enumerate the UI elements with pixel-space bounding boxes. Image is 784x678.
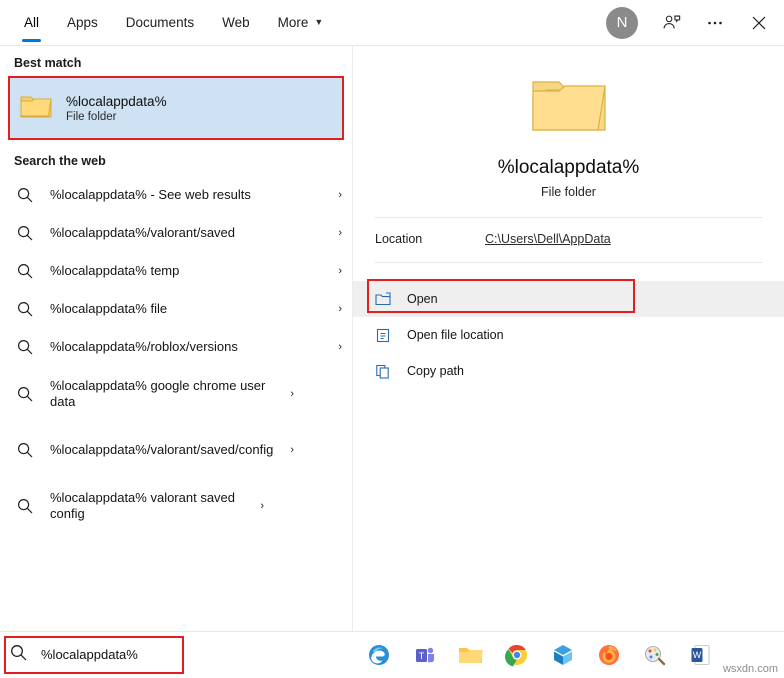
tab-all-label: All [24, 15, 39, 30]
list-item[interactable]: %localappdata%/valorant/saved/config › [0, 422, 352, 478]
copy-path-button[interactable]: Copy path [353, 353, 784, 389]
search-tab-bar: All Apps Documents Web More ▼ N [0, 0, 784, 46]
chrome-icon[interactable] [504, 642, 530, 668]
tab-more[interactable]: More ▼ [264, 0, 338, 46]
watermark: wsxdn.com [723, 663, 778, 675]
search-icon [14, 263, 36, 279]
list-item[interactable]: %localappdata% - See web results › [0, 176, 352, 214]
search-icon [14, 187, 36, 203]
preview-actions: Open Open file location [353, 281, 784, 389]
list-item[interactable]: %localappdata% file › [0, 290, 352, 328]
preview-title: %localappdata% [498, 157, 640, 179]
search-web-heading: Search the web [0, 140, 352, 174]
tab-apps-label: Apps [67, 15, 98, 30]
firefox-icon[interactable] [596, 642, 622, 668]
chevron-right-icon: › [328, 265, 342, 277]
open-folder-icon [375, 292, 399, 306]
topbar-right-controls: N [606, 1, 784, 45]
copy-path-label: Copy path [407, 364, 464, 378]
list-item[interactable]: %localappdata% temp › [0, 252, 352, 290]
best-match-heading: Best match [0, 46, 352, 76]
copy-path-icon [375, 364, 399, 379]
tab-apps[interactable]: Apps [53, 0, 112, 46]
search-icon [14, 498, 36, 514]
feedback-person-icon[interactable] [650, 1, 692, 45]
tab-all[interactable]: All [10, 0, 53, 46]
list-item-label: %localappdata% temp [50, 263, 328, 279]
best-match-texts: %localappdata% File folder [66, 94, 167, 123]
preview-header: %localappdata% File folder [353, 46, 784, 199]
chevron-right-icon: › [328, 189, 342, 201]
store-icon[interactable] [550, 642, 576, 668]
taskbar-tray: T [352, 642, 784, 668]
open-button[interactable]: Open [353, 281, 784, 317]
best-match-subtitle: File folder [66, 111, 167, 123]
list-item-label: %localappdata% - See web results [50, 187, 328, 203]
open-file-location-label: Open file location [407, 328, 504, 342]
paint-3d-icon[interactable] [642, 642, 668, 668]
tab-web-label: Web [222, 15, 250, 30]
avatar-initial: N [617, 14, 628, 31]
file-location-icon [375, 328, 399, 343]
preview-divider-2 [375, 262, 762, 263]
chevron-right-icon: › [328, 227, 342, 239]
svg-text:T: T [419, 651, 425, 661]
search-icon [14, 386, 36, 402]
tab-documents-label: Documents [126, 15, 194, 30]
chevron-right-icon: › [280, 388, 294, 400]
web-results-list: %localappdata% - See web results › %loca… [0, 176, 352, 534]
taskbar: T [0, 631, 784, 677]
search-body: Best match %localappdata% [0, 46, 784, 631]
ellipsis-icon[interactable] [694, 1, 736, 45]
tab-documents[interactable]: Documents [112, 0, 208, 46]
location-value-link[interactable]: C:\Users\Dell\AppData [485, 232, 611, 246]
taskbar-search-box[interactable] [0, 632, 352, 678]
open-action-container: Open [353, 281, 784, 317]
search-icon [10, 644, 27, 666]
chevron-right-icon: › [250, 500, 264, 512]
chevron-right-icon: › [280, 444, 294, 456]
word-icon[interactable]: W [688, 642, 714, 668]
list-item-label: %localappdata% file [50, 301, 328, 317]
list-item-label: %localappdata%/roblox/versions [50, 339, 328, 355]
folder-icon-large [530, 72, 608, 143]
svg-text:W: W [693, 650, 702, 660]
preview-subtitle: File folder [541, 185, 596, 199]
chevron-right-icon: › [328, 341, 342, 353]
list-item-label: %localappdata% valorant saved config [50, 490, 250, 523]
search-icon [14, 225, 36, 241]
chevron-down-icon: ▼ [314, 18, 323, 27]
list-item-label: %localappdata%/valorant/saved/config [50, 442, 280, 458]
chevron-right-icon: › [328, 303, 342, 315]
location-row: Location C:\Users\Dell\AppData [353, 218, 784, 246]
search-input[interactable] [39, 646, 289, 663]
tab-more-label: More [278, 15, 309, 30]
folder-icon [20, 92, 52, 125]
list-item-label: %localappdata%/valorant/saved [50, 225, 328, 241]
open-button-label: Open [407, 292, 438, 306]
search-icon [14, 442, 36, 458]
best-match-result[interactable]: %localappdata% File folder [8, 76, 344, 140]
search-input-wrap [10, 644, 352, 666]
preview-pane: %localappdata% File folder Location C:\U… [352, 46, 784, 631]
best-match-title: %localappdata% [66, 94, 167, 109]
close-icon[interactable] [738, 1, 780, 45]
search-icon [14, 301, 36, 317]
location-label: Location [375, 232, 485, 246]
list-item[interactable]: %localappdata%/roblox/versions › [0, 328, 352, 366]
edge-icon[interactable] [366, 642, 392, 668]
open-file-location-button[interactable]: Open file location [353, 317, 784, 353]
list-item[interactable]: %localappdata% google chrome user data › [0, 366, 352, 422]
teams-icon[interactable]: T [412, 642, 438, 668]
list-item[interactable]: %localappdata% valorant saved config › [0, 478, 352, 534]
list-item[interactable]: %localappdata%/valorant/saved › [0, 214, 352, 252]
best-match-container: %localappdata% File folder [0, 76, 352, 140]
file-explorer-icon[interactable] [458, 642, 484, 668]
results-column: Best match %localappdata% [0, 46, 352, 631]
avatar[interactable]: N [606, 7, 638, 39]
search-icon [14, 339, 36, 355]
tab-web[interactable]: Web [208, 0, 264, 46]
list-item-label: %localappdata% google chrome user data [50, 378, 280, 411]
windows-search-flyout: All Apps Documents Web More ▼ N [0, 0, 784, 677]
